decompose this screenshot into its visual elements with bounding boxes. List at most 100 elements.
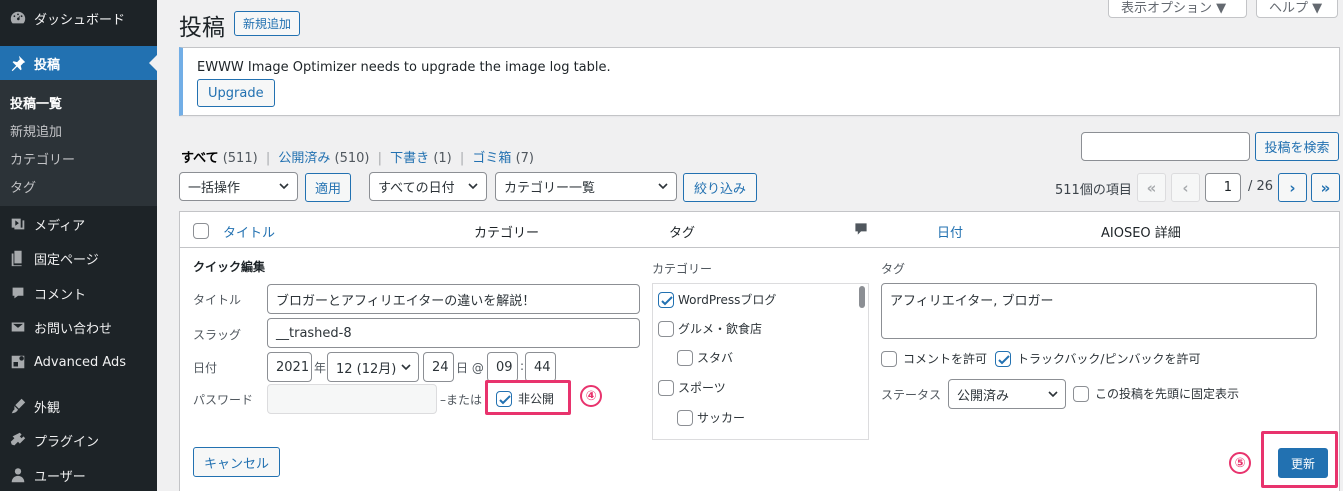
submenu-add-new[interactable]: 新規追加	[10, 121, 62, 140]
select-all-checkbox[interactable]	[193, 223, 209, 239]
submenu-tags[interactable]: タグ	[10, 177, 36, 196]
category-gourmet[interactable]: グルメ・飲食店	[658, 320, 762, 337]
status-select[interactable]: 公開済み	[948, 379, 1066, 409]
update-button[interactable]: 更新	[1278, 448, 1328, 478]
view-all-count: (511)	[222, 151, 258, 166]
category-checkbox[interactable]	[658, 379, 674, 396]
date-filter-select[interactable]: すべての日付	[369, 172, 487, 201]
menu-label: 固定ページ	[34, 252, 99, 268]
column-date[interactable]: 日付	[937, 222, 963, 241]
page-icon	[8, 248, 28, 268]
hour-input[interactable]: 09	[487, 352, 518, 382]
apply-button[interactable]: 適用	[305, 173, 351, 202]
filter-button[interactable]: 絞り込み	[683, 173, 757, 202]
menu-pages[interactable]: 固定ページ	[0, 241, 157, 275]
year-input[interactable]: 2021	[267, 352, 312, 382]
menu-appearance[interactable]: 外観	[0, 389, 157, 423]
search-posts-button[interactable]: 投稿を検索	[1255, 132, 1339, 161]
day-input[interactable]: 24	[423, 352, 454, 382]
category-checkbox[interactable]	[677, 409, 693, 426]
menu-posts[interactable]: 投稿	[0, 46, 157, 80]
sticky-row[interactable]: この投稿を先頭に固定表示	[1073, 385, 1239, 402]
category-soccer[interactable]: サッカー	[677, 409, 745, 426]
slug-input[interactable]: __trashed-8	[267, 318, 640, 348]
view-all[interactable]: すべて	[181, 151, 219, 166]
screen-options-button[interactable]: 表示オプション ▼	[1108, 0, 1247, 18]
notice-text: EWWW Image Optimizer needs to upgrade th…	[197, 60, 611, 75]
pin-icon	[8, 53, 28, 73]
category-label: WordPressブログ	[678, 293, 777, 307]
quick-edit-heading: クイック編集	[193, 260, 266, 274]
menu-label: お問い合わせ	[34, 321, 113, 337]
category-checkbox[interactable]	[658, 291, 674, 308]
menu-label: ユーザー	[34, 469, 86, 485]
category-label: スポーツ	[678, 381, 726, 395]
allow-pings-checkbox[interactable]	[995, 350, 1011, 367]
allow-pings-row[interactable]: トラックバック/ピンバックを許可	[995, 350, 1200, 367]
minute-input[interactable]: 44	[525, 352, 556, 382]
view-draft[interactable]: 下書き	[390, 151, 429, 166]
menu-contact[interactable]: お問い合わせ	[0, 310, 157, 344]
category-filter-select[interactable]: カテゴリー一覧	[495, 172, 677, 201]
bulk-action-select[interactable]: 一括操作	[179, 172, 298, 201]
quick-edit-panel: クイック編集 タイトル ブロガーとアフィリエイターの違いを解説！ スラッグ __…	[180, 248, 1339, 491]
next-page-button[interactable]: ›	[1278, 173, 1307, 202]
menu-label: 外観	[34, 400, 61, 416]
view-published[interactable]: 公開済み	[278, 151, 330, 166]
sticky-label: この投稿を先頭に固定表示	[1095, 387, 1240, 401]
allow-comments-row[interactable]: コメントを許可	[881, 350, 987, 367]
category-checkbox[interactable]	[658, 320, 674, 337]
highlight-box-private	[485, 380, 571, 415]
menu-dashboard[interactable]: ダッシュボード	[0, 1, 157, 35]
day-unit: 日 @	[456, 361, 484, 375]
view-trash[interactable]: ゴミ箱	[472, 151, 511, 166]
allow-comments-checkbox[interactable]	[881, 350, 897, 367]
menu-label: コメント	[34, 287, 87, 303]
chevron-down-icon	[401, 364, 411, 371]
menu-advanced-ads[interactable]: Advanced Ads	[0, 345, 157, 379]
step-number-5: ⑤	[1229, 452, 1251, 474]
check-icon	[661, 295, 673, 305]
category-starbucks[interactable]: スタバ	[677, 349, 733, 366]
help-button[interactable]: ヘルプ ▼	[1256, 0, 1338, 18]
menu-plugins[interactable]: プラグイン	[0, 423, 157, 457]
upgrade-button[interactable]: Upgrade	[197, 79, 275, 107]
menu-media[interactable]: メディア	[0, 207, 157, 241]
category-checkbox[interactable]	[677, 349, 693, 366]
month-select[interactable]: 12 (12月)	[327, 352, 419, 382]
user-icon	[8, 465, 28, 485]
posts-table: タイトル カテゴリー タグ 日付 AIOSEO 詳細 クイック編集 タイトル ブ…	[179, 211, 1340, 491]
time-colon: :	[520, 359, 525, 373]
submenu-categories[interactable]: カテゴリー	[10, 149, 75, 168]
scrollbar-thumb[interactable]	[859, 286, 865, 308]
posts-submenu: 投稿一覧 新規追加 カテゴリー タグ	[0, 80, 157, 206]
category-wordpress[interactable]: WordPressブログ	[658, 291, 776, 308]
password-input[interactable]	[267, 384, 437, 414]
tags-textarea[interactable]: アフィリエイター, ブロガー	[881, 283, 1317, 339]
chevron-down-icon	[279, 183, 289, 190]
prev-page-button[interactable]: ‹	[1171, 173, 1200, 202]
separator: |	[459, 151, 465, 166]
menu-label: Advanced Ads	[34, 354, 127, 370]
first-page-button[interactable]: «	[1137, 173, 1166, 202]
category-sports[interactable]: スポーツ	[658, 379, 726, 396]
brush-icon	[8, 396, 28, 416]
menu-comments[interactable]: コメント	[0, 276, 157, 310]
menu-label: 投稿	[34, 57, 61, 73]
column-category: カテゴリー	[474, 226, 540, 241]
title-input[interactable]: ブロガーとアフィリエイターの違いを解説！	[267, 284, 640, 314]
separator: |	[377, 151, 383, 166]
media-icon	[8, 214, 28, 234]
menu-users[interactable]: ユーザー	[0, 458, 157, 491]
sticky-checkbox[interactable]	[1073, 385, 1089, 402]
mail-icon	[8, 317, 28, 337]
last-page-button[interactable]: »	[1311, 173, 1340, 202]
search-input[interactable]	[1081, 132, 1250, 161]
add-new-button[interactable]: 新規追加	[234, 11, 301, 36]
column-title[interactable]: タイトル	[223, 222, 275, 241]
submenu-all-posts[interactable]: 投稿一覧	[10, 93, 62, 112]
post-status-filter: すべて (511) | 公開済み (510) | 下書き (1) | ゴミ箱 (…	[181, 147, 534, 166]
current-page-input[interactable]: 1	[1205, 173, 1241, 202]
status-label: ステータス	[881, 388, 942, 402]
cancel-button[interactable]: キャンセル	[193, 447, 281, 477]
